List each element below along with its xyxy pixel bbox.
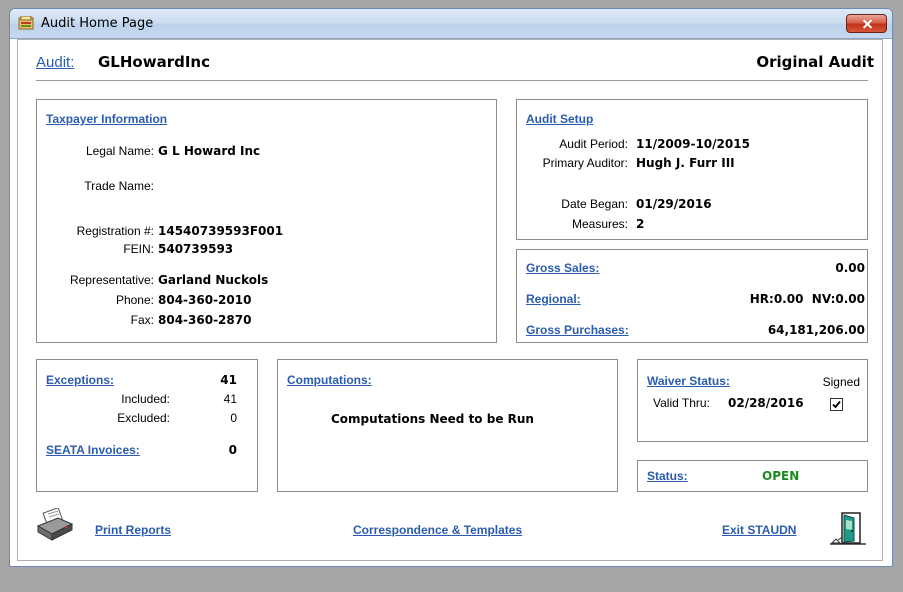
date-began-value: 01/29/2016 <box>636 197 712 211</box>
fax-value: 804-360-2870 <box>158 313 252 327</box>
checkmark-icon <box>832 400 841 409</box>
gross-sales-link[interactable]: Gross Sales: <box>526 261 599 275</box>
waiver-status-link[interactable]: Waiver Status: <box>647 374 730 388</box>
correspondence-templates-link[interactable]: Correspondence & Templates <box>353 523 522 537</box>
representative-label: Representative: <box>69 273 154 287</box>
phone-label: Phone: <box>115 293 154 307</box>
totals-panel: Gross Sales: 0.00 Regional: HR:0.00 NV:0… <box>516 249 868 343</box>
waiver-checkbox[interactable] <box>830 398 843 411</box>
regional-value: HR:0.00 NV:0.00 <box>749 292 865 306</box>
gross-sales-value: 0.00 <box>835 261 865 275</box>
measures-label: Measures: <box>571 217 628 231</box>
status-value: OPEN <box>762 469 800 483</box>
audit-period-label: Audit Period: <box>559 137 628 151</box>
fein-value: 540739593 <box>158 242 234 256</box>
audit-name: GLHowardInc <box>98 53 210 71</box>
included-label: Included: <box>121 392 170 406</box>
phone-value: 804-360-2010 <box>158 293 252 307</box>
computations-panel: Computations: Computations Need to be Ru… <box>277 359 618 492</box>
audit-link[interactable]: Audit: <box>36 54 74 71</box>
status-panel: Status: OPEN <box>637 460 868 492</box>
measures-value: 2 <box>636 217 645 231</box>
fax-label: Fax: <box>130 313 154 327</box>
waiver-panel: Waiver Status: Signed Valid Thru: 02/28/… <box>637 359 868 442</box>
audit-setup-link[interactable]: Audit Setup <box>526 112 593 126</box>
waiver-status-value: Signed <box>822 375 860 389</box>
computations-message: Computations Need to be Run <box>331 412 534 426</box>
legal-name-label: Legal Name: <box>85 144 154 158</box>
trade-name-label: Trade Name: <box>84 179 154 193</box>
gross-purchases-value: 64,181,206.00 <box>767 323 865 337</box>
app-icon <box>18 16 34 30</box>
gross-purchases-link[interactable]: Gross Purchases: <box>526 323 629 337</box>
exit-door-icon[interactable] <box>828 510 868 546</box>
title-bar: Audit Home Page <box>10 9 892 39</box>
header-divider <box>36 80 868 81</box>
printer-icon[interactable] <box>36 508 76 542</box>
audit-period-value: 11/2009-10/2015 <box>636 137 750 151</box>
seata-invoices-value: 0 <box>228 443 237 457</box>
audit-setup-panel: Audit Setup Audit Period: 11/2009-10/201… <box>516 99 868 240</box>
exit-staudn-link[interactable]: Exit STAUDN <box>722 523 796 537</box>
regional-link[interactable]: Regional: <box>526 292 581 306</box>
exceptions-panel: Exceptions: 41 Included: 41 Excluded: 0 … <box>36 359 258 492</box>
exceptions-link[interactable]: Exceptions: <box>46 373 114 387</box>
taxpayer-panel: Taxpayer Information Legal Name: G L How… <box>36 99 497 343</box>
fein-label: FEIN: <box>123 242 154 256</box>
date-began-label: Date Began: <box>561 197 628 211</box>
content-area: Audit: GLHowardInc Original Audit Taxpay… <box>17 39 883 561</box>
valid-thru-value: 02/28/2016 <box>728 396 804 410</box>
window-title: Audit Home Page <box>41 16 154 31</box>
print-reports-link[interactable]: Print Reports <box>95 523 171 537</box>
primary-auditor-value: Hugh J. Furr III <box>636 156 735 170</box>
audit-type: Original Audit <box>756 53 874 71</box>
exceptions-total: 41 <box>220 373 237 387</box>
registration-value: 14540739593F001 <box>158 224 284 238</box>
audit-home-window: Audit Home Page Audit: GLHowardInc Origi… <box>9 8 893 567</box>
seata-invoices-link[interactable]: SEATA Invoices: <box>46 443 140 457</box>
excluded-label: Excluded: <box>117 411 170 425</box>
valid-thru-label: Valid Thru: <box>653 396 710 410</box>
excluded-value: 0 <box>230 411 237 425</box>
computations-link[interactable]: Computations: <box>287 373 372 387</box>
legal-name-value: G L Howard Inc <box>158 144 261 158</box>
included-value: 41 <box>223 392 237 406</box>
status-link[interactable]: Status: <box>647 469 688 483</box>
registration-label: Registration #: <box>76 224 154 238</box>
taxpayer-info-link[interactable]: Taxpayer Information <box>46 112 167 126</box>
primary-auditor-label: Primary Auditor: <box>542 156 628 170</box>
close-button[interactable] <box>846 14 887 33</box>
representative-value: Garland Nuckols <box>158 273 269 287</box>
